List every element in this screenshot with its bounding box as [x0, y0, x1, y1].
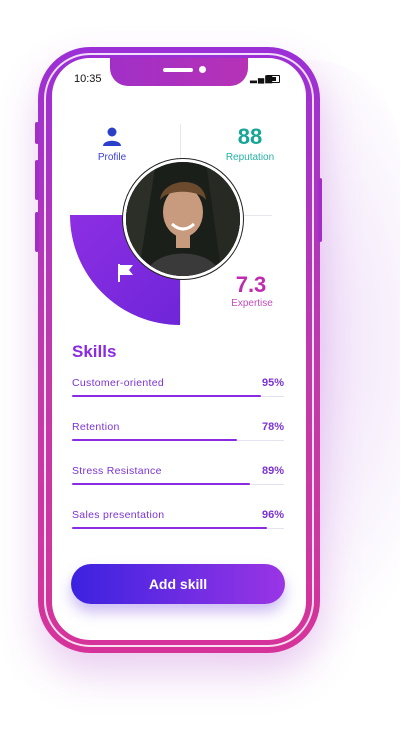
volume-down-button: [35, 212, 39, 252]
skill-progress-fill: [72, 395, 261, 397]
skill-percent: 96%: [261, 509, 284, 521]
volume-up-button: [35, 160, 39, 200]
reputation-value: 88: [237, 124, 263, 149]
skill-progress-track: [72, 439, 284, 441]
skill-name: Retention: [72, 421, 120, 433]
notch: [110, 58, 248, 86]
skill-name: Stress Resistance: [72, 465, 162, 477]
power-button: [318, 178, 322, 242]
profile-label[interactable]: Profile: [80, 152, 144, 163]
skill-progress-fill: [72, 483, 251, 485]
mute-switch: [35, 122, 39, 144]
skill-progress-track: [72, 483, 284, 485]
skill-name: Sales presentation: [72, 509, 165, 521]
flag-icon: [118, 264, 133, 282]
skill-progress-fill: [72, 527, 268, 529]
reputation-label: Reputation: [225, 152, 275, 163]
status-time: 10:35: [74, 73, 102, 85]
skills-title: Skills: [72, 342, 117, 361]
skill-percent: 78%: [261, 421, 284, 433]
front-camera: [199, 66, 206, 73]
expertise-label: Expertise: [231, 298, 273, 309]
skill-name: Customer-oriented: [72, 377, 165, 389]
avatar: [123, 159, 243, 279]
skill-percent: 95%: [261, 377, 284, 389]
expertise-value: 7.3: [235, 272, 267, 297]
skill-progress-track: [72, 527, 284, 529]
person-icon[interactable]: [103, 127, 121, 147]
skill-percent: 89%: [261, 465, 284, 477]
skill-progress-track: [72, 395, 284, 397]
add-skill-button[interactable]: Add skill: [71, 564, 285, 604]
battery-icon: [266, 75, 280, 83]
speaker: [163, 68, 193, 72]
skill-progress-fill: [72, 439, 238, 441]
